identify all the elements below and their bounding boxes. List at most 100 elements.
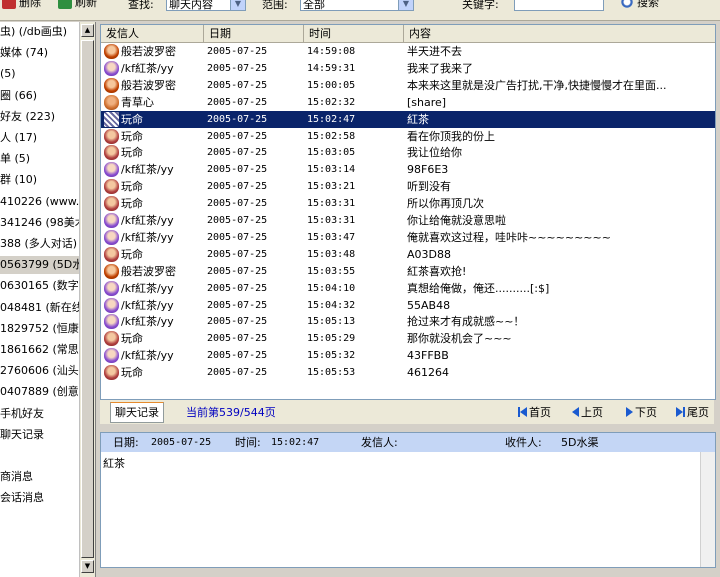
sender-cell: 玩命 bbox=[121, 247, 143, 261]
table-row[interactable]: 般若波罗密 2005-07-25 15:03:55 紅茶喜欢抢! bbox=[101, 263, 715, 280]
time-cell: 15:03:55 bbox=[307, 265, 356, 277]
search-button[interactable]: 搜索 bbox=[620, 0, 659, 9]
range-select[interactable]: 全部 ▼ bbox=[300, 0, 414, 11]
sidebar-item[interactable]: 388 (多人对话) bbox=[0, 235, 77, 253]
detail-date-label: 日期: bbox=[113, 436, 139, 449]
detail-header: 日期: 2005-07-25 时间: 15:02:47 发信人: 收件人: 5D… bbox=[101, 433, 715, 452]
content-cell: 你让给俺就没意思啦 bbox=[407, 214, 506, 227]
table-row[interactable]: 玩命 2005-07-25 15:03:48 A03D88 bbox=[101, 246, 715, 263]
sidebar-item[interactable]: 单 (5) bbox=[0, 150, 30, 168]
time-cell: 15:03:31 bbox=[307, 215, 356, 226]
refresh-button[interactable]: 刷新 bbox=[58, 0, 97, 9]
sender-cell: 玩命 bbox=[121, 112, 143, 126]
date-cell: 2005-07-25 bbox=[207, 231, 268, 243]
date-cell: 2005-07-25 bbox=[207, 147, 268, 159]
sidebar-item[interactable]: (5) bbox=[0, 65, 16, 83]
sidebar-item[interactable]: 群 (10) bbox=[0, 171, 37, 189]
avatar-icon bbox=[104, 196, 119, 212]
time-cell: 14:59:31 bbox=[307, 62, 356, 74]
table-row[interactable]: 玩命 2005-07-25 15:03:05 我让位给你 bbox=[101, 144, 715, 161]
avatar-icon bbox=[104, 263, 119, 279]
column-header-time[interactable]: 时间 bbox=[304, 25, 404, 42]
sender-cell: /kf紅茶/yy bbox=[121, 61, 174, 75]
first-page-button[interactable]: 首页 bbox=[518, 404, 551, 420]
table-row[interactable]: /kf紅茶/yy 2005-07-25 15:05:13 抢过来才有成就感~~！ bbox=[101, 313, 715, 330]
table-row[interactable]: 玩命 2005-07-25 15:02:47 紅茶 bbox=[101, 110, 715, 128]
table-row[interactable]: /kf紅茶/yy 2005-07-25 15:04:32 55AB48 bbox=[101, 297, 715, 314]
avatar-icon bbox=[104, 229, 119, 245]
sidebar-scrollbar[interactable]: ▲ ▼ bbox=[79, 22, 95, 577]
table-row[interactable]: 玩命 2005-07-25 15:03:21 听到没有 bbox=[101, 178, 715, 195]
table-row[interactable]: 玩命 2005-07-25 15:02:58 看在你顶我的份上 bbox=[101, 128, 715, 145]
table-row[interactable]: 青草心 2005-07-25 15:02:32 [share] bbox=[101, 94, 715, 111]
sidebar-item[interactable]: 2760606 (汕头策 bbox=[0, 362, 90, 380]
keyword-input[interactable] bbox=[514, 0, 604, 11]
column-header-content[interactable]: 内容 bbox=[404, 25, 715, 42]
sidebar-item[interactable]: 聊天记录 bbox=[0, 426, 44, 444]
sender-cell: 玩命 bbox=[121, 197, 143, 211]
sidebar-item[interactable]: 手机好友 bbox=[0, 405, 44, 423]
prev-page-button[interactable]: 上页 bbox=[572, 404, 603, 420]
date-cell: 2005-07-25 bbox=[207, 333, 268, 345]
table-row[interactable]: /kf紅茶/yy 2005-07-25 15:03:47 俺就喜欢这过程，哇咔咔~~~… bbox=[101, 229, 715, 246]
date-cell: 2005-07-25 bbox=[207, 350, 268, 362]
delete-button[interactable]: 删除 bbox=[2, 0, 41, 9]
sidebar-item[interactable]: 会话消息 bbox=[0, 489, 44, 507]
sender-cell: /kf紅茶/yy bbox=[121, 298, 174, 312]
chevron-down-icon: ▼ bbox=[230, 0, 245, 10]
sidebar-item[interactable]: 媒体 (74) bbox=[0, 44, 48, 62]
sidebar-item[interactable]: 0630165 (数字电 bbox=[0, 277, 90, 295]
content-cell: 461264 bbox=[407, 366, 449, 380]
content-cell: 43FFBB bbox=[407, 349, 449, 363]
table-row[interactable]: /kf紅茶/yy 2005-07-25 14:59:31 我来了我来了 bbox=[101, 60, 715, 77]
sidebar-item[interactable]: 好友 (223) bbox=[0, 108, 55, 126]
delete-icon bbox=[2, 0, 16, 9]
time-cell: 15:03:21 bbox=[307, 181, 356, 193]
find-select[interactable]: 聊天内容 ▼ bbox=[166, 0, 246, 11]
last-page-button[interactable]: 尾页 bbox=[676, 404, 709, 420]
next-page-button[interactable]: 下页 bbox=[626, 404, 657, 420]
content-cell: 俺就喜欢这过程，哇咔咔~~~~~~~~~ bbox=[407, 230, 611, 244]
column-header-sender[interactable]: 发信人 bbox=[101, 25, 204, 42]
tab-chat-log[interactable]: 聊天记录 bbox=[110, 402, 164, 423]
sidebar-item[interactable]: 1829752 (恒康汽 bbox=[0, 320, 90, 338]
refresh-icon bbox=[58, 0, 72, 9]
content-cell: 听到没有 bbox=[407, 180, 451, 194]
avatar-icon bbox=[104, 145, 119, 161]
table-row[interactable]: 玩命 2005-07-25 15:05:29 那你就没机会了~~~ bbox=[101, 330, 715, 347]
sidebar-item[interactable]: 圈 (66) bbox=[0, 87, 37, 105]
sidebar-item[interactable]: 人 (17) bbox=[0, 129, 37, 147]
avatar-icon bbox=[104, 314, 119, 330]
time-cell: 15:04:10 bbox=[307, 282, 356, 294]
first-page-icon bbox=[518, 407, 527, 417]
content-cell: 98F6E3 bbox=[407, 163, 449, 177]
table-row[interactable]: 玩命 2005-07-25 15:05:53 461264 bbox=[101, 364, 715, 381]
sidebar-item[interactable]: 商消息 bbox=[0, 468, 33, 486]
detail-scrollbar[interactable] bbox=[700, 452, 715, 567]
sidebar-item[interactable]: 0407889 (创意设 bbox=[0, 383, 90, 401]
content-cell: 我让位给你 bbox=[407, 146, 462, 160]
table-row[interactable]: /kf紅茶/yy 2005-07-25 15:03:31 你让给俺就没意思啦 bbox=[101, 212, 715, 229]
column-header-date[interactable]: 日期 bbox=[204, 25, 304, 42]
sidebar-item[interactable]: 1861662 (常思一 bbox=[0, 341, 90, 359]
sender-cell: 玩命 bbox=[121, 146, 143, 160]
avatar-icon bbox=[104, 162, 119, 178]
avatar-icon bbox=[104, 348, 119, 364]
table-row[interactable]: /kf紅茶/yy 2005-07-25 15:03:14 98F6E3 bbox=[101, 161, 715, 178]
table-row[interactable]: 玩命 2005-07-25 15:03:31 所以你再顶几次 bbox=[101, 195, 715, 212]
table-row[interactable]: /kf紅茶/yy 2005-07-25 15:04:10 真想给俺做，俺还......… bbox=[101, 280, 715, 297]
sender-cell: 青草心 bbox=[121, 95, 154, 109]
sidebar-item[interactable]: 410226 (www.ar bbox=[0, 193, 91, 211]
table-row[interactable]: 般若波罗密 2005-07-25 14:59:08 半天进不去 bbox=[101, 43, 715, 60]
scroll-thumb[interactable] bbox=[81, 40, 94, 558]
table-row[interactable]: 般若波罗密 2005-07-25 15:00:05 本来来这里就是没广告打扰,干净,快… bbox=[101, 77, 715, 94]
scroll-up-icon[interactable]: ▲ bbox=[81, 24, 94, 37]
table-row[interactable]: /kf紅茶/yy 2005-07-25 15:05:32 43FFBB bbox=[101, 347, 715, 364]
sidebar-item[interactable]: 虫) (/db画虫) bbox=[0, 23, 67, 41]
sidebar-item[interactable]: 048481 (新在线 bbox=[0, 299, 83, 317]
sidebar-item[interactable]: 341246 (98美术 bbox=[0, 214, 86, 232]
time-cell: 15:02:32 bbox=[307, 96, 356, 108]
detail-body[interactable]: 紅茶 bbox=[103, 455, 125, 471]
scroll-down-icon[interactable]: ▼ bbox=[81, 560, 94, 573]
detail-date-value: 2005-07-25 bbox=[151, 437, 212, 448]
